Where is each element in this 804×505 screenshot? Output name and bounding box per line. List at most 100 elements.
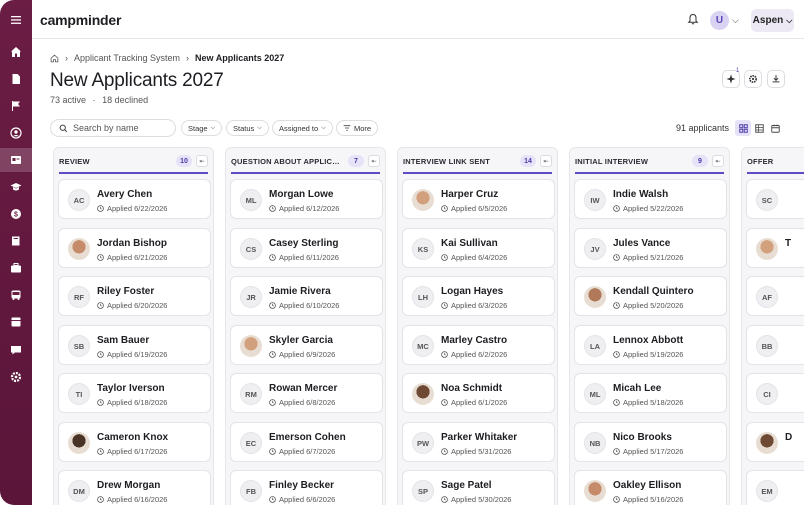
clock-icon [97, 205, 104, 212]
applicant-card[interactable]: Oakley Ellison Applied 5/16/2026 [574, 470, 727, 505]
applicant-avatar: ML [240, 189, 262, 211]
briefcase-icon[interactable] [0, 256, 32, 280]
applicant-card[interactable]: ML Morgan Lowe Applied 6/12/2026 [230, 179, 383, 219]
home-icon[interactable] [0, 40, 32, 64]
applicant-card[interactable]: Noa Schmidt Applied 6/1/2026 [402, 373, 555, 413]
applicant-name: Jules Vance [613, 238, 671, 249]
store-icon[interactable] [0, 310, 32, 334]
assigned-filter[interactable]: Assigned to ⌵ [272, 120, 333, 136]
applicant-card[interactable]: JR Jamie Rivera Applied 6/10/2026 [230, 276, 383, 316]
count-separator: · [92, 95, 96, 105]
flag-icon[interactable] [0, 94, 32, 118]
applicant-card[interactable]: Cameron Knox Applied 6/17/2026 [58, 422, 211, 462]
applicant-card[interactable]: D [746, 422, 804, 462]
applicant-card[interactable]: AF [746, 276, 804, 316]
applicant-card[interactable]: Skyler Garcia Applied 6/9/2026 [230, 325, 383, 365]
calendar-view-button[interactable] [767, 120, 783, 136]
applicant-card[interactable]: EM [746, 470, 804, 505]
status-filter[interactable]: Status ⌵ [226, 120, 269, 136]
sparkle-icon [726, 74, 736, 84]
book-icon[interactable] [0, 229, 32, 253]
applicant-card[interactable]: Jordan Bishop Applied 6/21/2026 [58, 228, 211, 268]
clock-icon [441, 351, 448, 358]
applicant-card[interactable]: KS Kai Sullivan Applied 6/4/2026 [402, 228, 555, 268]
breadcrumb-parent[interactable]: Applicant Tracking System [74, 53, 180, 63]
clock-icon [613, 448, 620, 455]
applied-date-text: Applied 6/4/2026 [451, 253, 508, 262]
applicant-card[interactable]: SB Sam Bauer Applied 6/19/2026 [58, 325, 211, 365]
applicant-card[interactable]: PW Parker Whitaker Applied 5/31/2026 [402, 422, 555, 462]
applicant-card[interactable]: SC [746, 179, 804, 219]
gear-icon[interactable] [0, 365, 32, 389]
applicant-name: Kendall Quintero [613, 286, 694, 297]
campminder-logo[interactable]: campminder [40, 12, 121, 28]
search-field[interactable] [50, 119, 176, 137]
camp-switcher[interactable]: Aspen ⌵ [751, 9, 794, 32]
applied-date: Applied 5/17/2026 [613, 447, 683, 456]
clock-icon [269, 302, 276, 309]
clock-icon [441, 399, 448, 406]
clock-icon [269, 448, 276, 455]
clock-icon [441, 496, 448, 503]
kanban-column: OFFER SC T AF BB CI D EM [741, 147, 804, 505]
bus-icon[interactable] [0, 283, 32, 307]
applicant-card[interactable]: FB Finley Becker Applied 6/6/2026 [230, 470, 383, 505]
applied-date-text: Applied 6/5/2026 [451, 204, 508, 213]
applicant-card[interactable]: JV Jules Vance Applied 5/21/2026 [574, 228, 727, 268]
applied-date-text: Applied 5/31/2026 [451, 447, 512, 456]
applied-date: Applied 6/19/2026 [97, 350, 167, 359]
applicant-card[interactable]: RM Rowan Mercer Applied 6/8/2026 [230, 373, 383, 413]
applicant-card[interactable]: EC Emerson Cohen Applied 6/7/2026 [230, 422, 383, 462]
menu-icon[interactable] [0, 8, 32, 32]
user-avatar[interactable]: U [710, 11, 729, 30]
applicant-card[interactable]: Kendall Quintero Applied 5/20/2026 [574, 276, 727, 316]
applied-date: Applied 6/2/2026 [441, 350, 507, 359]
graduation-cap-icon[interactable] [0, 175, 32, 199]
applicant-card[interactable]: TI Taylor Iverson Applied 6/18/2026 [58, 373, 211, 413]
applied-date-text: Applied 6/6/2026 [279, 495, 336, 504]
applicant-card[interactable]: RF Riley Foster Applied 6/20/2026 [58, 276, 211, 316]
document-icon[interactable] [0, 67, 32, 91]
applicant-card[interactable]: SP Sage Patel Applied 5/30/2026 [402, 470, 555, 505]
clock-icon [269, 254, 276, 261]
more-filters-button[interactable]: More [336, 120, 379, 136]
applicant-name: Rowan Mercer [269, 383, 338, 394]
collapse-column-icon[interactable]: ⇤ [196, 155, 208, 167]
applicant-card[interactable]: AC Avery Chen Applied 6/22/2026 [58, 179, 211, 219]
clock-icon [97, 254, 104, 261]
collapse-column-icon[interactable]: ⇤ [712, 155, 724, 167]
applicant-avatar: CI [756, 383, 778, 405]
applicant-card-icon[interactable] [0, 148, 32, 172]
applicant-name: Sam Bauer [97, 335, 150, 346]
bell-icon[interactable] [687, 13, 699, 25]
board-view-button[interactable] [735, 120, 751, 136]
applicant-card[interactable]: T [746, 228, 804, 268]
user-circle-icon[interactable] [0, 121, 32, 145]
applicant-card[interactable]: CS Casey Sterling Applied 6/11/2026 [230, 228, 383, 268]
applicant-card[interactable]: NB Nico Brooks Applied 5/17/2026 [574, 422, 727, 462]
applicant-card[interactable]: BB [746, 325, 804, 365]
download-button[interactable] [767, 70, 785, 88]
applicant-avatar [68, 238, 90, 260]
home-icon[interactable] [50, 54, 59, 63]
applied-date: Applied 6/4/2026 [441, 253, 507, 262]
table-view-button[interactable] [751, 120, 767, 136]
applicant-card[interactable]: MC Marley Castro Applied 6/2/2026 [402, 325, 555, 365]
applicant-name: T [785, 238, 792, 249]
search-input[interactable] [73, 123, 173, 133]
chevron-down-icon[interactable]: ⌵ [732, 15, 739, 26]
dollar-icon[interactable]: $ [0, 202, 32, 226]
applicant-card[interactable]: ML Micah Lee Applied 5/18/2026 [574, 373, 727, 413]
applicant-card[interactable]: LH Logan Hayes Applied 6/3/2026 [402, 276, 555, 316]
applicant-card[interactable]: Harper Cruz Applied 6/5/2026 [402, 179, 555, 219]
collapse-column-icon[interactable]: ⇤ [540, 155, 552, 167]
settings-button[interactable] [744, 70, 762, 88]
applicant-card[interactable]: LA Lennox Abbott Applied 5/19/2026 [574, 325, 727, 365]
applicant-card[interactable]: DM Drew Morgan Applied 6/16/2026 [58, 470, 211, 505]
applicant-card[interactable]: CI [746, 373, 804, 413]
chat-icon[interactable] [0, 338, 32, 362]
applicant-card[interactable]: IW Indie Walsh Applied 5/22/2026 [574, 179, 727, 219]
collapse-column-icon[interactable]: ⇤ [368, 155, 380, 167]
chevron-down-icon: ⌵ [786, 15, 793, 25]
stage-filter[interactable]: Stage ⌵ [181, 120, 223, 136]
